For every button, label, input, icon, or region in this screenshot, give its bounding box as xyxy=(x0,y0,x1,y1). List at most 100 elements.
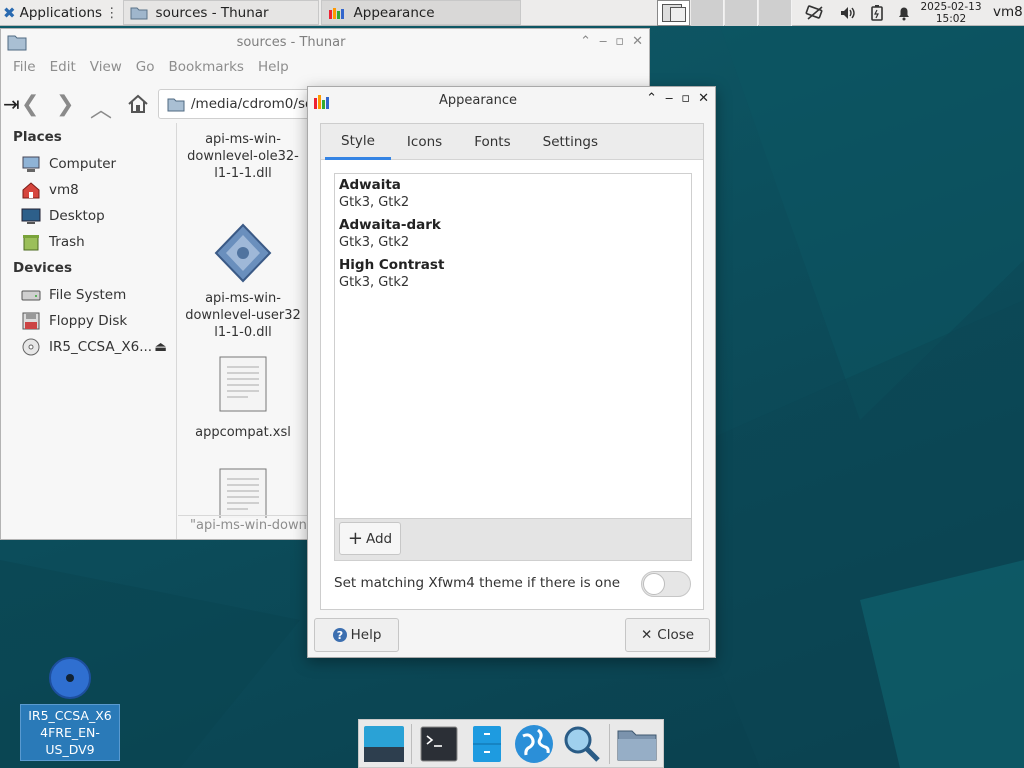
globe-icon xyxy=(515,724,554,763)
sidebar-item-desktop[interactable]: Desktop xyxy=(21,207,171,225)
file-cabinet-icon xyxy=(472,725,501,762)
drive-icon xyxy=(21,290,41,301)
toggle-knob xyxy=(643,573,665,595)
tab-style[interactable]: Style xyxy=(325,124,391,160)
sidebar-item-trash[interactable]: Trash xyxy=(21,233,171,251)
workspace-2[interactable] xyxy=(691,0,724,26)
forward-arrow-icon[interactable]: ❯ xyxy=(56,92,74,117)
search-launcher[interactable] xyxy=(560,722,602,766)
close-icon[interactable]: ✕ xyxy=(698,91,709,106)
tab-settings[interactable]: Settings xyxy=(527,124,614,160)
menu-bookmarks[interactable]: Bookmarks xyxy=(169,59,244,75)
terminal-icon xyxy=(420,726,458,761)
system-tray xyxy=(798,0,918,26)
dock-separator xyxy=(411,723,413,764)
workspace-1[interactable] xyxy=(657,0,690,26)
workspace-3[interactable] xyxy=(725,0,758,26)
menu-edit[interactable]: Edit xyxy=(50,59,76,75)
volume-icon[interactable] xyxy=(839,5,857,21)
file-item[interactable]: appcompat.xsl xyxy=(178,355,308,441)
xfwm-theme-label: Set matching Xfwm4 theme if there is one xyxy=(334,575,621,591)
back-arrow-icon[interactable]: ❮ xyxy=(21,92,39,117)
home-folder-icon xyxy=(22,182,40,199)
file-name-line: l1-1-0.dll xyxy=(214,325,272,340)
help-button[interactable]: ? Help xyxy=(314,618,399,652)
close-label: Close xyxy=(657,627,695,643)
theme-list: Adwaita Gtk3, Gtk2 Adwaita-dark Gtk3, Gt… xyxy=(334,173,692,519)
menu-help[interactable]: Help xyxy=(258,59,289,75)
sidebar-item-label: Computer xyxy=(49,156,117,172)
clock[interactable]: 2025-02-13 15:02 xyxy=(914,0,988,25)
file-name-line: downlevel-ole32- xyxy=(187,149,299,164)
file-name-line: api-ms-win- xyxy=(205,291,281,306)
terminal-launcher[interactable] xyxy=(418,722,460,766)
folder-icon xyxy=(130,7,148,19)
workspace-4[interactable] xyxy=(759,0,792,26)
home-icon[interactable] xyxy=(126,93,150,115)
list-item[interactable]: Adwaita-dark Gtk3, Gtk2 xyxy=(335,214,691,254)
sidebar-item-label: IR5_CCSA_X6... xyxy=(49,339,153,355)
sidebar-item-label: vm8 xyxy=(49,182,79,198)
tab-bar: Style Icons Fonts Settings xyxy=(321,124,703,160)
minimize-icon[interactable]: ‒ xyxy=(665,91,673,106)
sidebar-item-home[interactable]: vm8 xyxy=(21,181,171,199)
sidebar-item-computer[interactable]: Computer xyxy=(21,155,171,173)
thunar-menubar: File Edit View Go Bookmarks Help xyxy=(1,59,291,75)
user-menu[interactable]: vm8 xyxy=(993,4,1023,20)
web-browser-launcher[interactable] xyxy=(513,722,555,766)
minimize-icon[interactable]: ‒ xyxy=(599,34,607,49)
up-arrow-icon[interactable]: ︿ xyxy=(90,92,112,124)
sidebar-item-cdrom[interactable]: IR5_CCSA_X6... ⏏ xyxy=(21,338,171,356)
theme-list-footer: + Add xyxy=(334,519,692,561)
notifications-bell-icon[interactable] xyxy=(897,5,911,21)
menu-file[interactable]: File xyxy=(13,59,36,75)
desktop-icon-cdrom[interactable]: IR5_CCSA_X6 4FRE_EN- US_DV9 xyxy=(20,656,120,761)
menu-view[interactable]: View xyxy=(90,59,122,75)
close-button[interactable]: ✕ Close xyxy=(625,618,710,652)
thunar-titlebar[interactable]: sources - Thunar ⌃ ‒ ▫ ✕ xyxy=(1,29,649,57)
file-item[interactable]: appcompat_detaile xyxy=(178,467,308,518)
desktop-icon xyxy=(21,208,41,224)
menu-go[interactable]: Go xyxy=(136,59,155,75)
help-icon: ? xyxy=(332,628,347,642)
maximize-icon[interactable]: ▫ xyxy=(615,34,624,49)
task-button-thunar[interactable]: sources - Thunar xyxy=(122,0,319,25)
sidebar-item-label: Desktop xyxy=(49,208,105,224)
mouse-cursor-icon: ⇥ xyxy=(3,92,20,116)
add-theme-button[interactable]: + Add xyxy=(339,522,401,555)
tab-fonts[interactable]: Fonts xyxy=(458,124,526,160)
file-name-line: downlevel-user32 xyxy=(185,308,301,323)
task-button-appearance[interactable]: Appearance xyxy=(320,0,521,25)
battery-icon[interactable] xyxy=(871,5,883,21)
file-item[interactable]: api-ms-win- downlevel-user32 l1-1-0.dll xyxy=(178,223,308,341)
network-icon[interactable] xyxy=(805,5,825,21)
label-line: US_DV9 xyxy=(45,742,95,757)
list-item[interactable]: Adwaita Gtk3, Gtk2 xyxy=(335,174,691,214)
add-label: Add xyxy=(365,530,393,547)
top-panel: ✖ Applications ⋮ sources - Thunar Appear… xyxy=(0,0,1024,26)
sidebar-item-filesystem[interactable]: File System xyxy=(21,286,171,304)
file-item[interactable]: api-ms-win- downlevel-ole32- l1-1-1.dll xyxy=(178,131,308,182)
appearance-notebook: Style Icons Fonts Settings Adwaita Gtk3,… xyxy=(320,123,704,610)
eject-icon[interactable]: ⏏ xyxy=(154,339,167,355)
theme-name: Adwaita-dark xyxy=(339,217,441,233)
sidebar-item-floppy[interactable]: Floppy Disk xyxy=(21,312,171,330)
file-view: api-ms-win- downlevel-ole32- l1-1-1.dll … xyxy=(178,123,308,518)
floppy-icon xyxy=(22,312,40,330)
close-icon[interactable]: ✕ xyxy=(632,34,643,49)
show-desktop-button[interactable] xyxy=(363,722,405,766)
sidebar-item-label: Trash xyxy=(49,234,85,250)
theme-toolkits: Gtk3, Gtk2 xyxy=(339,235,410,250)
file-manager-launcher[interactable] xyxy=(466,722,508,766)
tab-icons[interactable]: Icons xyxy=(391,124,458,160)
folder-icon xyxy=(167,98,185,111)
appearance-titlebar[interactable]: Appearance ⌃ ‒ ▫ ✕ xyxy=(308,87,715,115)
applications-menu-button[interactable]: ✖ Applications ⋮ xyxy=(0,0,121,26)
thunar-sidebar: Places Computer vm8 Desktop Trash Device… xyxy=(1,123,177,539)
shade-icon[interactable]: ⌃ xyxy=(646,91,657,106)
shade-icon[interactable]: ⌃ xyxy=(580,34,591,49)
xfwm-theme-toggle[interactable] xyxy=(641,571,691,597)
list-item[interactable]: High Contrast Gtk3, Gtk2 xyxy=(335,254,691,294)
maximize-icon[interactable]: ▫ xyxy=(681,91,690,106)
home-folder-launcher[interactable] xyxy=(616,722,658,766)
